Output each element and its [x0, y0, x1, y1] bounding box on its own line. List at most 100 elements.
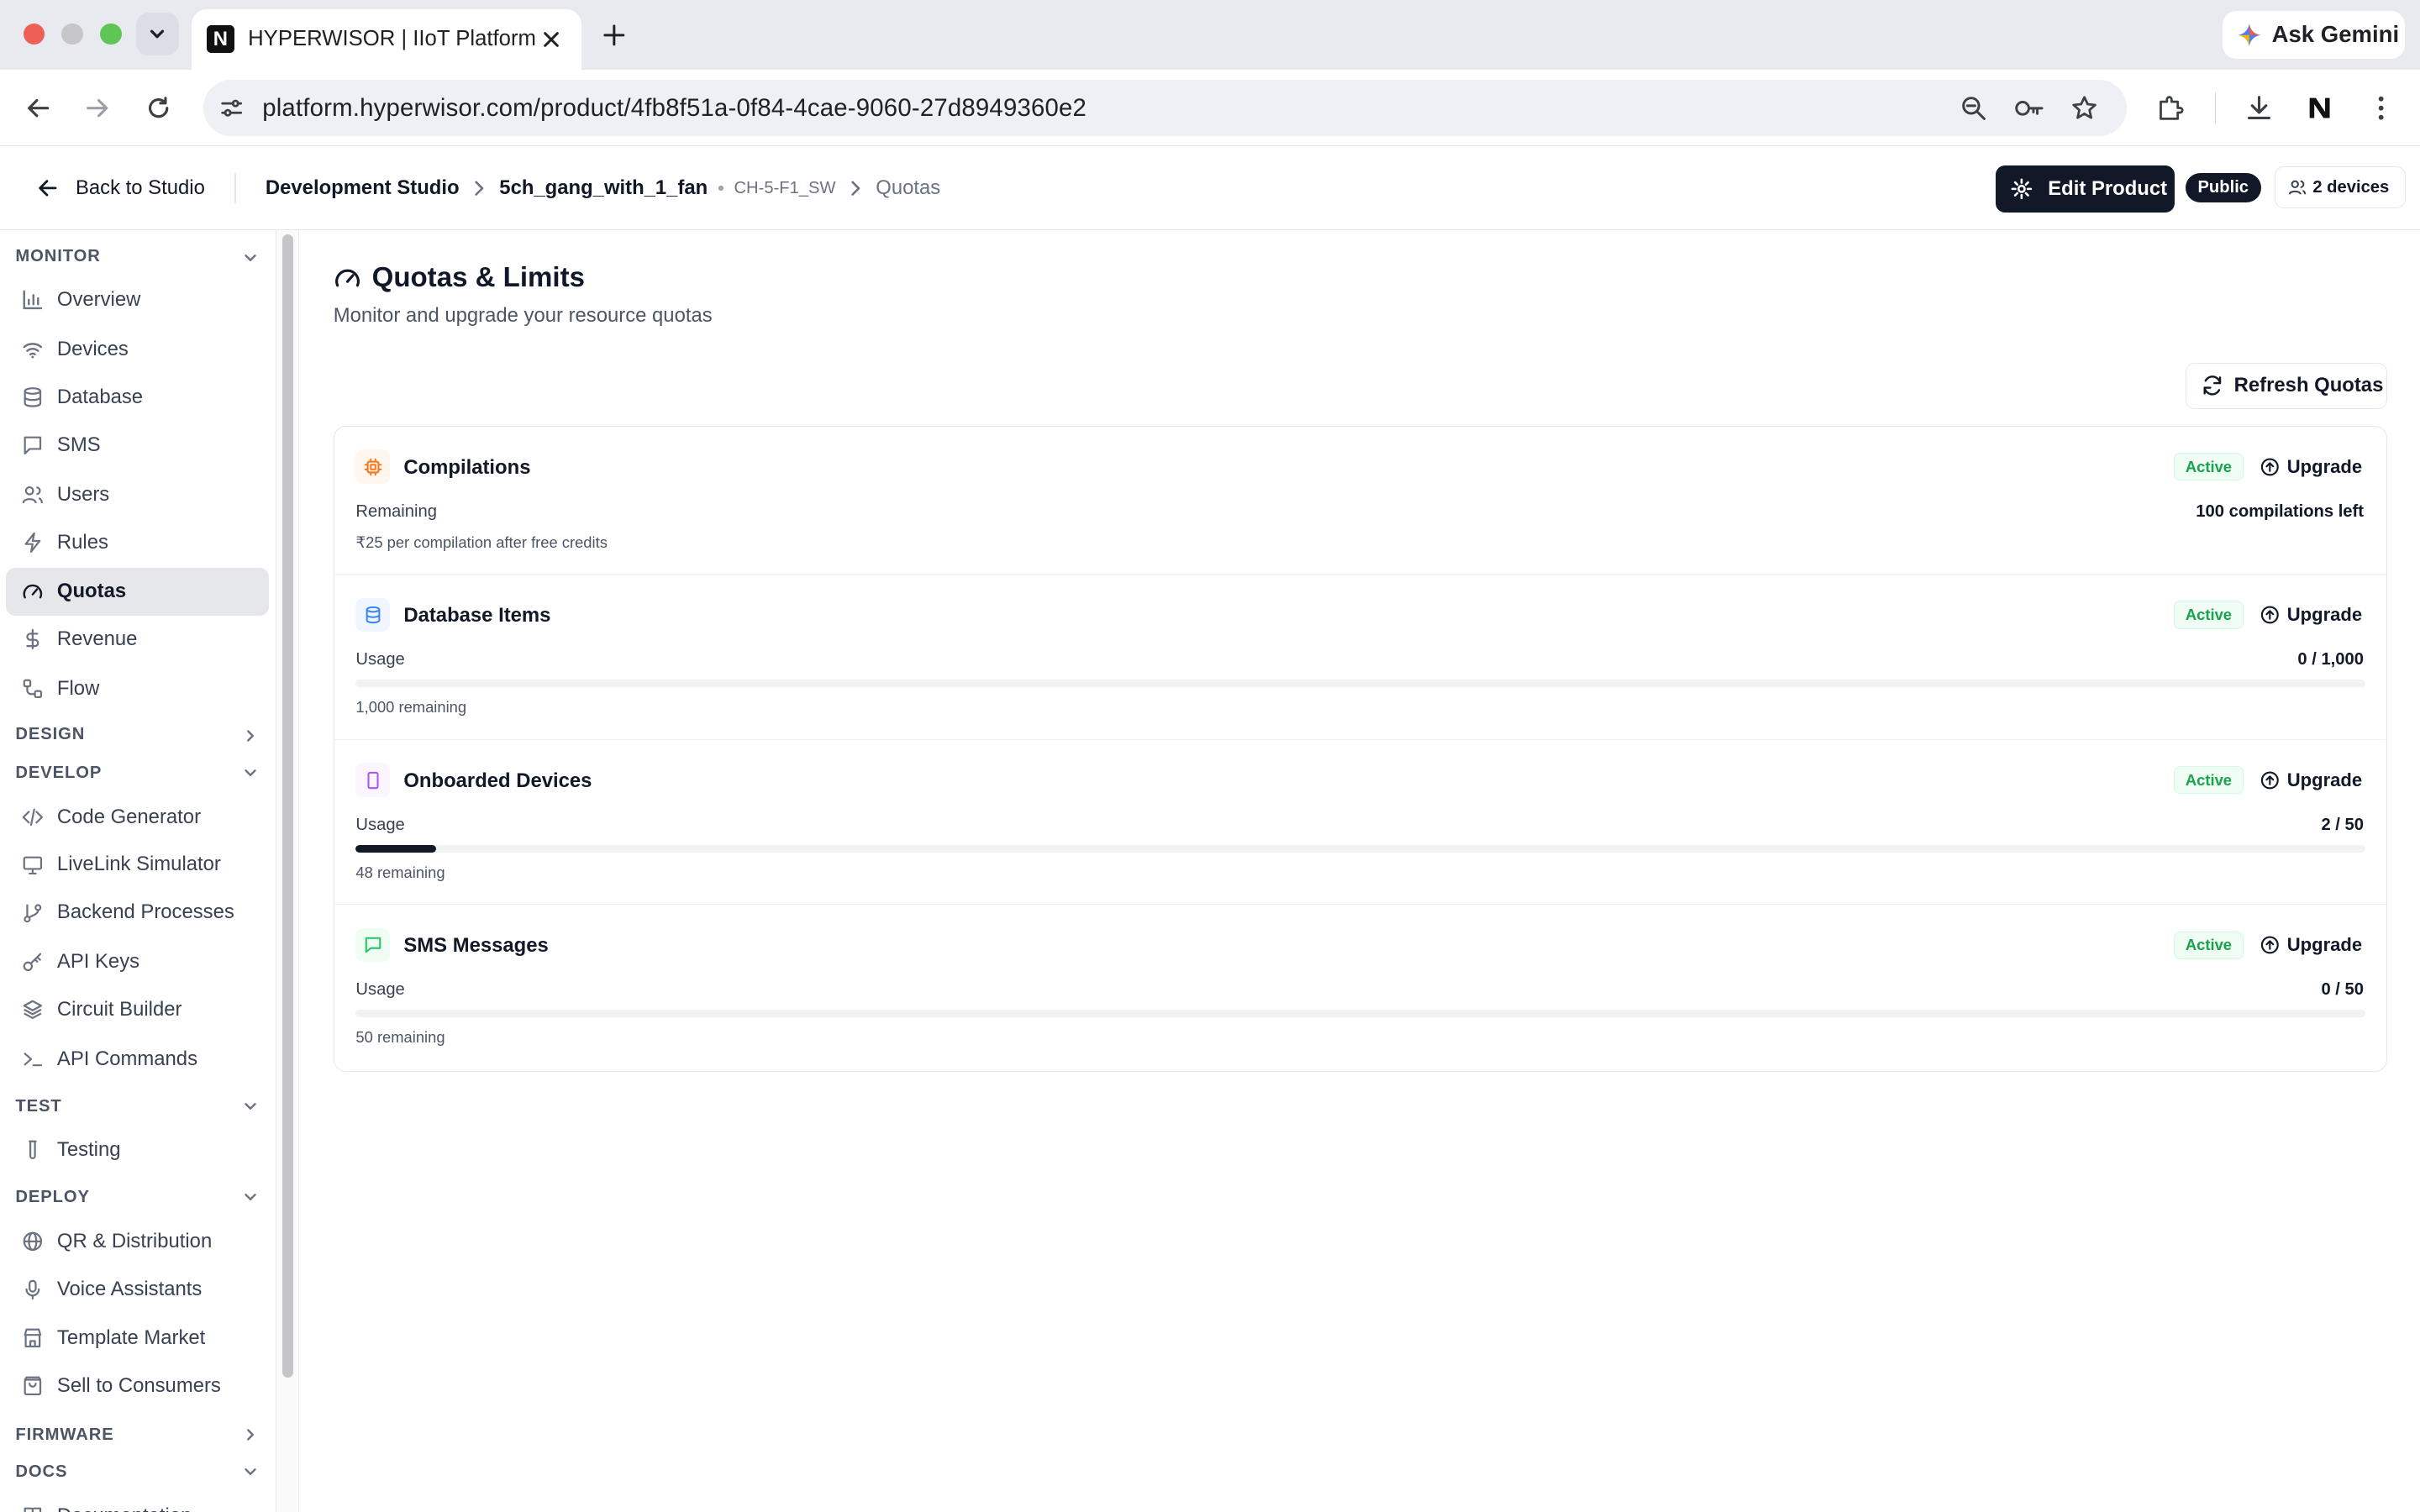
- sidebar-item-backend-processes[interactable]: Backend Processes: [6, 889, 268, 937]
- sidebar-scrollbar-thumb[interactable]: [282, 234, 293, 1378]
- back-to-studio-link[interactable]: Back to Studio: [37, 148, 205, 228]
- sidebar-section-docs[interactable]: DOCS: [15, 1462, 67, 1482]
- bookmark-button[interactable]: [2071, 80, 2097, 135]
- sidebar-item-label: LiveLink Simulator: [56, 853, 221, 876]
- tab-close-button[interactable]: [536, 24, 566, 55]
- sidebar-item-rules[interactable]: Rules: [6, 518, 268, 566]
- quota-note: 50 remaining: [355, 1028, 445, 1047]
- chevron-down-icon[interactable]: [241, 1188, 260, 1206]
- maximize-window-button[interactable]: [100, 23, 123, 45]
- upgrade-sms-messages-button[interactable]: Upgrade: [2251, 927, 2362, 963]
- sidebar-item-code-generator[interactable]: Code Generator: [6, 793, 268, 841]
- chevron-down-icon[interactable]: [241, 764, 260, 782]
- profile-button[interactable]: [2300, 88, 2340, 129]
- new-tab-button[interactable]: [597, 18, 631, 52]
- dollar-icon: [26, 629, 39, 650]
- refresh-quotas-button[interactable]: Refresh Quotas: [2185, 362, 2388, 409]
- browser-tab[interactable]: N HYPERWISOR | IIoT Platform: [191, 9, 582, 70]
- reload-button[interactable]: [139, 88, 179, 129]
- breadcrumb-dot: [718, 186, 723, 191]
- key-icon: [2015, 100, 2044, 116]
- sidebar-item-overview[interactable]: Overview: [6, 276, 268, 324]
- globe-icon: [23, 1231, 42, 1251]
- site-settings-icon[interactable]: [219, 96, 244, 120]
- sidebar-item-testing[interactable]: Testing: [6, 1126, 268, 1174]
- quota-value: 0 / 1,000: [2297, 650, 2364, 669]
- chevron-down-icon: [150, 29, 165, 39]
- breadcrumb: Development Studio 5ch_gang_with_1_fan C…: [266, 148, 940, 228]
- sidebar-section-design[interactable]: DESIGN: [15, 725, 85, 744]
- toolbar-divider: [2214, 92, 2217, 123]
- quota-value: 2 / 50: [2321, 815, 2364, 834]
- upgrade-database-items-button[interactable]: Upgrade: [2251, 596, 2362, 633]
- quotas-card: Compilations Active Upgrade Remaining 10…: [333, 425, 2388, 1073]
- sidebar-item-circuit-builder[interactable]: Circuit Builder: [6, 986, 268, 1034]
- sidebar-item-api-keys[interactable]: API Keys: [6, 938, 268, 986]
- tab-search-button[interactable]: [135, 12, 180, 56]
- minimize-window-button[interactable]: [61, 23, 84, 45]
- sidebar-item-qr-distribution[interactable]: QR & Distribution: [6, 1217, 268, 1265]
- sidebar-item-voice-assistants[interactable]: Voice Assistants: [6, 1265, 268, 1313]
- upgrade-label: Upgrade: [2286, 769, 2363, 790]
- sidebar-item-label: API Commands: [56, 1047, 197, 1070]
- quota-label: Remaining: [355, 501, 437, 521]
- zoom-out-icon: [1961, 97, 1986, 120]
- sidebar-item-devices[interactable]: Devices: [6, 326, 268, 374]
- breadcrumb-studio[interactable]: Development Studio: [266, 176, 460, 200]
- quota-label: Usage: [355, 650, 405, 669]
- sidebar-item-database[interactable]: Database: [6, 373, 268, 421]
- address-bar[interactable]: platform.hyperwisor.com/product/4fb8f51a…: [203, 80, 2127, 136]
- quota-label: Usage: [355, 815, 405, 834]
- close-window-button[interactable]: [23, 23, 45, 45]
- chevron-right-icon[interactable]: [241, 727, 260, 745]
- extensions-button[interactable]: [2150, 88, 2191, 129]
- browser-menu-button[interactable]: [2361, 88, 2402, 129]
- sidebar-item-template-market[interactable]: Template Market: [6, 1315, 268, 1362]
- puzzle-icon: [2159, 96, 2184, 120]
- arrow-up-circle-icon: [2260, 771, 2279, 789]
- sidebar-section-deploy[interactable]: DEPLOY: [15, 1188, 90, 1207]
- product-code: CH-5-F1_SW: [734, 178, 836, 197]
- sidebar-section-monitor[interactable]: MONITOR: [15, 247, 100, 266]
- chevron-down-icon[interactable]: [241, 1097, 260, 1116]
- microphone-icon: [25, 1279, 40, 1299]
- sidebar-item-users[interactable]: Users: [6, 470, 268, 518]
- chevron-down-icon[interactable]: [241, 249, 260, 267]
- password-key-button[interactable]: [2014, 80, 2045, 135]
- breadcrumb-product[interactable]: 5ch_gang_with_1_fan: [499, 176, 708, 200]
- sidebar-section-develop[interactable]: DEVELOP: [15, 764, 102, 783]
- sidebar-item-api-commands[interactable]: API Commands: [6, 1035, 268, 1083]
- zoom-button[interactable]: [1960, 80, 1986, 135]
- devices-count-button[interactable]: 2 devices: [2275, 166, 2406, 208]
- upgrade-onboarded-devices-button[interactable]: Upgrade: [2251, 761, 2362, 798]
- gear-icon: [2011, 178, 2033, 200]
- forward-nav-button[interactable]: [77, 88, 118, 129]
- downloads-button[interactable]: [2239, 88, 2280, 129]
- gemini-sparkle-icon: [2238, 23, 2261, 47]
- star-icon: [2072, 96, 2096, 119]
- sidebar-item-sell-to-consumers[interactable]: Sell to Consumers: [6, 1362, 268, 1410]
- edit-product-button[interactable]: Edit Product: [1995, 165, 2175, 213]
- quota-name: Onboarded Devices: [403, 769, 592, 792]
- usage-progress-fill: [355, 844, 437, 853]
- users-icon: [2288, 180, 2307, 195]
- sidebar-section-test[interactable]: TEST: [15, 1097, 61, 1116]
- chevron-right-icon[interactable]: [241, 1425, 260, 1444]
- sidebar-item-sms[interactable]: SMS: [6, 421, 268, 469]
- sidebar-item-documentation[interactable]: Documentation: [6, 1492, 268, 1512]
- quota-row-compilations: Compilations Active Upgrade Remaining 10…: [334, 427, 2386, 575]
- sidebar-section-firmware[interactable]: FIRMWARE: [15, 1425, 113, 1445]
- sidebar-item-flow[interactable]: Flow: [6, 665, 268, 713]
- chevron-down-icon[interactable]: [241, 1462, 260, 1481]
- zap-icon: [24, 532, 40, 553]
- ask-gemini-button[interactable]: Ask Gemini: [2222, 10, 2405, 59]
- sidebar-item-livelink-simulator[interactable]: LiveLink Simulator: [6, 841, 268, 889]
- sidebar-item-label: Database: [56, 385, 144, 408]
- upgrade-compilations-button[interactable]: Upgrade: [2251, 449, 2362, 486]
- sidebar-item-revenue[interactable]: Revenue: [6, 616, 268, 664]
- back-nav-button[interactable]: [18, 88, 59, 129]
- quota-note: 48 remaining: [355, 863, 445, 881]
- sidebar-item-quotas[interactable]: Quotas: [6, 567, 269, 616]
- browser-toolbar: platform.hyperwisor.com/product/4fb8f51a…: [0, 69, 2420, 147]
- page-title: Quotas & Limits: [334, 262, 585, 294]
